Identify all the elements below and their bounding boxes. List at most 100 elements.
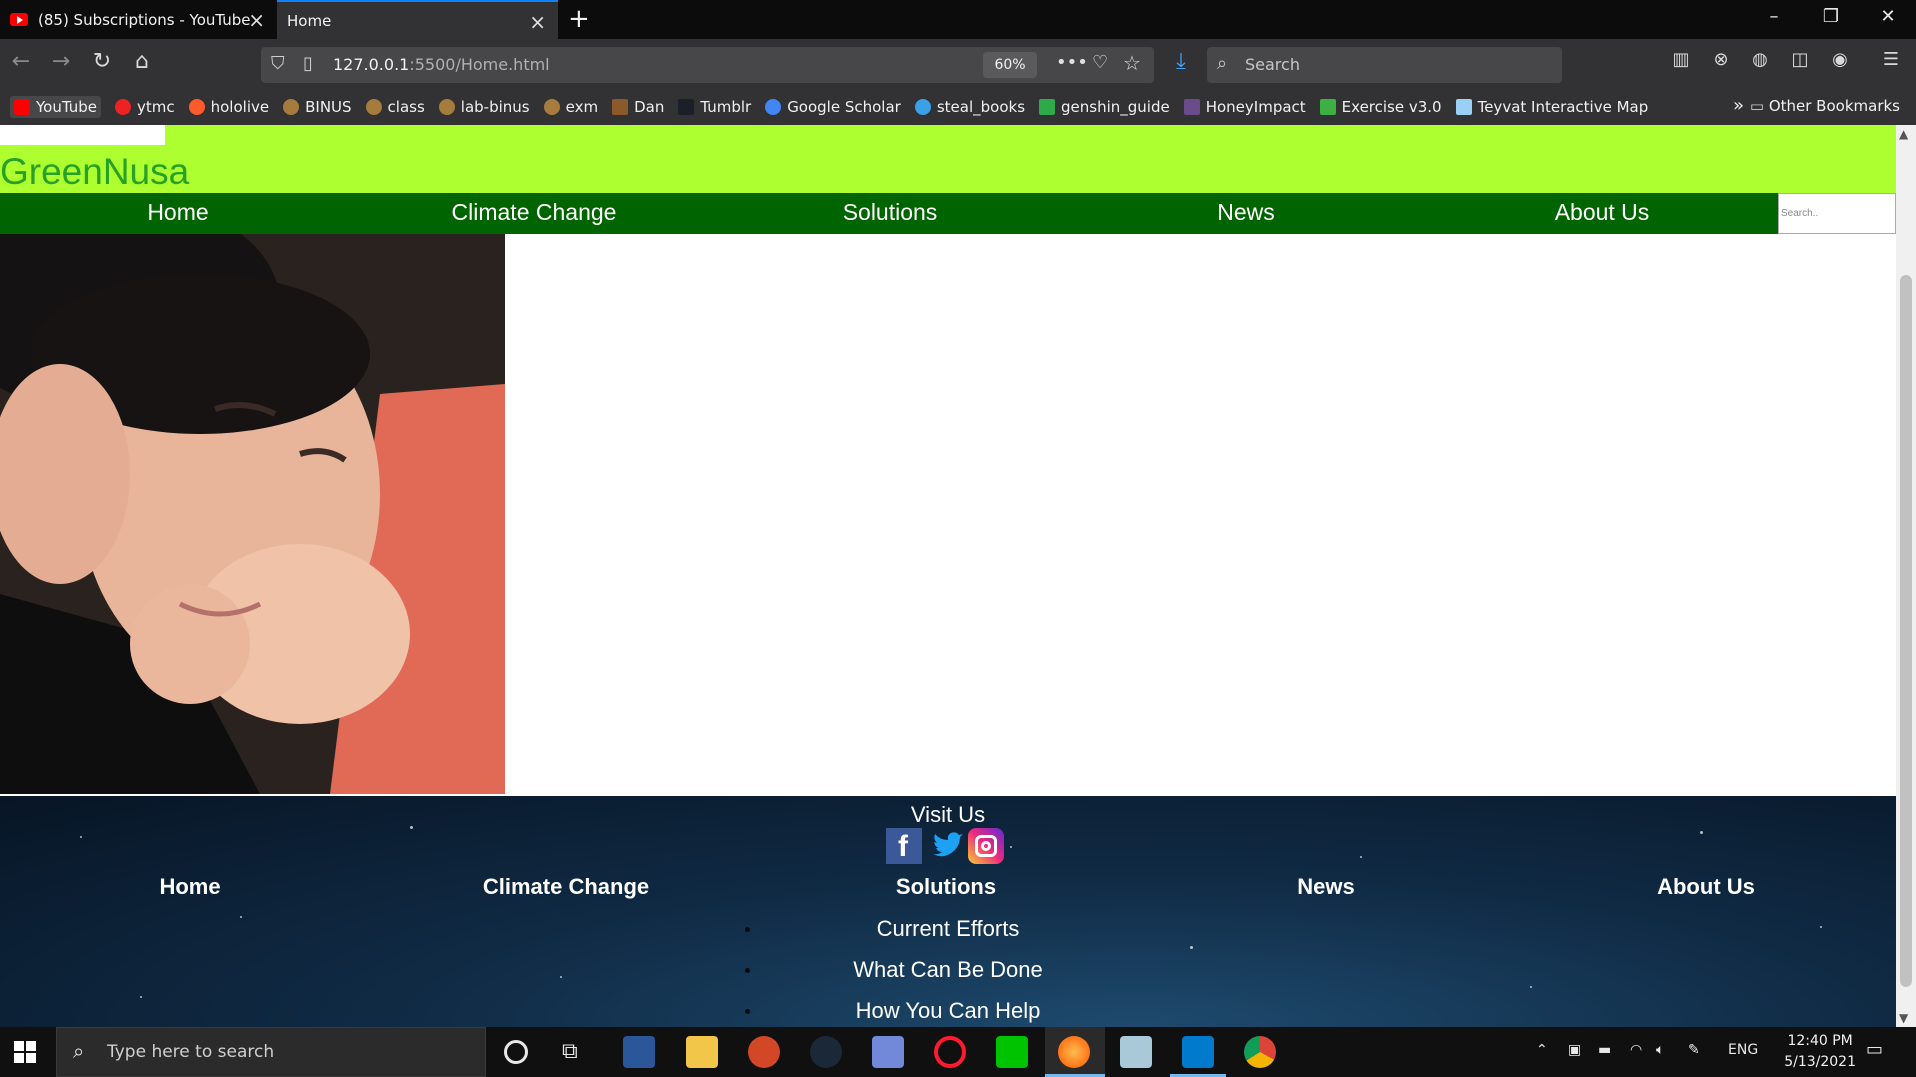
battery-icon[interactable]: ▬: [1598, 1042, 1611, 1058]
minimize-icon[interactable]: –: [1754, 6, 1794, 27]
browser-toolbar: ← → ↻ ⌂ ⛉ ▯ 127.0.0.1:5500/Home.html 60%…: [0, 39, 1916, 89]
bookmark-item[interactable]: Exercise v3.0: [1319, 98, 1442, 116]
zoom-indicator[interactable]: 60%: [983, 52, 1037, 78]
file-explorer-icon[interactable]: [686, 1036, 718, 1068]
firefox-icon[interactable]: [1058, 1036, 1090, 1068]
close-tab-icon[interactable]: ×: [248, 8, 265, 32]
system-clock[interactable]: 12:40 PM 5/13/2021: [1784, 1031, 1856, 1073]
shield-icon[interactable]: ⛉: [271, 53, 285, 74]
library-icon[interactable]: ▥: [1666, 49, 1696, 70]
bookmark-item[interactable]: ytmc: [115, 98, 175, 116]
twitter-icon[interactable]: [929, 828, 965, 864]
search-placeholder: Search: [1245, 55, 1300, 74]
pocket-icon[interactable]: ♡: [1092, 52, 1108, 73]
steam-icon[interactable]: [810, 1036, 842, 1068]
app-icon[interactable]: [1120, 1036, 1152, 1068]
more-actions-icon[interactable]: •••: [1056, 52, 1088, 73]
volume-icon[interactable]: 🔈︎: [1656, 1042, 1664, 1058]
pen-icon[interactable]: ✎: [1688, 1042, 1700, 1058]
nav-about-us[interactable]: About Us: [1424, 199, 1780, 226]
bookmarks-toolbar: YouTube ytmc hololive BINUS class lab-bi…: [0, 89, 1916, 125]
scroll-down-icon[interactable]: ▼: [1899, 1011, 1908, 1025]
windows-start-icon[interactable]: [14, 1041, 36, 1063]
bookmark-item[interactable]: steal_books: [914, 98, 1025, 116]
footer-link-news[interactable]: News: [1136, 874, 1516, 900]
globe-icon[interactable]: ◍: [1745, 49, 1775, 70]
bookmark-item[interactable]: exm: [543, 98, 598, 116]
scroll-up-icon[interactable]: ▲: [1899, 127, 1908, 141]
url-text: 127.0.0.1:5500/Home.html: [333, 55, 550, 74]
cortana-icon[interactable]: [504, 1040, 528, 1064]
footer-link-about-us[interactable]: About Us: [1516, 874, 1896, 900]
language-indicator[interactable]: ENG: [1728, 1042, 1758, 1058]
footer-link-solutions[interactable]: Solutions: [756, 874, 1136, 900]
new-tab-icon[interactable]: +: [568, 4, 590, 34]
restore-icon[interactable]: ❐: [1811, 6, 1851, 27]
bookmark-item[interactable]: Google Scholar: [765, 98, 901, 116]
vscode-icon[interactable]: [1182, 1036, 1214, 1068]
bookmark-item[interactable]: hololive: [188, 98, 269, 116]
bookmark-item[interactable]: Teyvat Interactive Map: [1455, 98, 1648, 116]
menu-icon[interactable]: ☰: [1876, 49, 1906, 70]
instagram-icon[interactable]: [968, 828, 1004, 864]
taskbar-search-box[interactable]: ⌕ Type here to search: [56, 1027, 486, 1077]
search-bar[interactable]: ⌕ Search: [1207, 47, 1562, 83]
page-scrollbar[interactable]: ▲ ▼: [1896, 125, 1916, 1027]
notification-icon[interactable]: ▭: [1866, 1039, 1883, 1060]
sidebar-icon[interactable]: ◫: [1785, 49, 1815, 70]
bookmark-star-icon[interactable]: ☆: [1123, 51, 1141, 75]
line-icon[interactable]: [996, 1036, 1028, 1068]
footer-link-current-efforts[interactable]: Current Efforts: [0, 916, 1896, 942]
back-icon[interactable]: ←: [6, 49, 36, 74]
more-bookmarks-chevron-icon[interactable]: »: [1733, 95, 1744, 116]
opera-icon[interactable]: [934, 1036, 966, 1068]
close-tab-icon[interactable]: ×: [529, 10, 546, 34]
bookmark-item[interactable]: Dan: [612, 98, 664, 116]
site-logo[interactable]: GreenNusa: [0, 151, 189, 193]
tumblr-icon: [678, 99, 695, 115]
facebook-icon[interactable]: f: [886, 828, 922, 864]
nav-home[interactable]: Home: [0, 199, 356, 226]
powerpoint-icon[interactable]: [748, 1036, 780, 1068]
taskbar-search-placeholder: Type here to search: [107, 1042, 275, 1062]
footer-link-home[interactable]: Home: [0, 874, 380, 900]
address-bar[interactable]: ⛉ ▯ 127.0.0.1:5500/Home.html 60% ••• ♡ ☆: [261, 47, 1154, 83]
bookmark-item[interactable]: BINUS: [283, 98, 352, 116]
nav-news[interactable]: News: [1068, 199, 1424, 226]
bookmark-item[interactable]: Tumblr: [678, 98, 751, 116]
footer-link-how-you-can-help[interactable]: How You Can Help: [0, 998, 1896, 1024]
home-icon[interactable]: ⌂: [127, 49, 157, 74]
wifi-icon[interactable]: ◠: [1630, 1042, 1642, 1058]
footer-link-what-can-be-done[interactable]: What Can Be Done: [0, 957, 1896, 983]
screen: (85) Subscriptions - YouTube × Home × + …: [0, 0, 1916, 1077]
extension-x-icon[interactable]: ⊗: [1706, 49, 1736, 70]
bookmark-item[interactable]: HoneyImpact: [1183, 98, 1306, 116]
reload-icon[interactable]: ↻: [87, 49, 117, 74]
google-scholar-icon: [765, 99, 782, 115]
footer-link-climate-change[interactable]: Climate Change: [376, 874, 756, 900]
window-close-icon[interactable]: ✕: [1868, 6, 1908, 27]
account-icon[interactable]: ◉: [1825, 49, 1855, 70]
meet-now-icon[interactable]: ▣: [1568, 1042, 1581, 1058]
download-icon[interactable]: ⤓: [1166, 49, 1196, 74]
site-search-input[interactable]: Search..: [1778, 193, 1896, 234]
page-info-icon[interactable]: ▯: [303, 53, 313, 74]
bookmark-item[interactable]: lab-binus: [438, 98, 530, 116]
bookmark-item[interactable]: genshin_guide: [1039, 98, 1170, 116]
other-bookmarks[interactable]: ▭ Other Bookmarks: [1750, 97, 1900, 115]
site-footer: Visit Us f Home Climate Change Solutions…: [0, 796, 1896, 1027]
bookmark-item[interactable]: YouTube: [10, 96, 101, 118]
chrome-icon[interactable]: [1244, 1036, 1276, 1068]
tray-chevron-icon[interactable]: ⌃: [1536, 1042, 1548, 1058]
bookmark-item[interactable]: class: [365, 98, 425, 116]
word-icon[interactable]: [623, 1036, 655, 1068]
nav-climate-change[interactable]: Climate Change: [356, 199, 712, 226]
tab-youtube[interactable]: (85) Subscriptions - YouTube ×: [0, 0, 277, 39]
scroll-thumb[interactable]: [1900, 275, 1912, 987]
nav-solutions[interactable]: Solutions: [712, 199, 1068, 226]
honeyimpact-icon: [1183, 99, 1200, 115]
task-view-icon[interactable]: ⧉: [562, 1039, 578, 1064]
discord-icon[interactable]: [872, 1036, 904, 1068]
tab-home[interactable]: Home ×: [277, 0, 558, 39]
forward-icon[interactable]: →: [46, 49, 76, 74]
